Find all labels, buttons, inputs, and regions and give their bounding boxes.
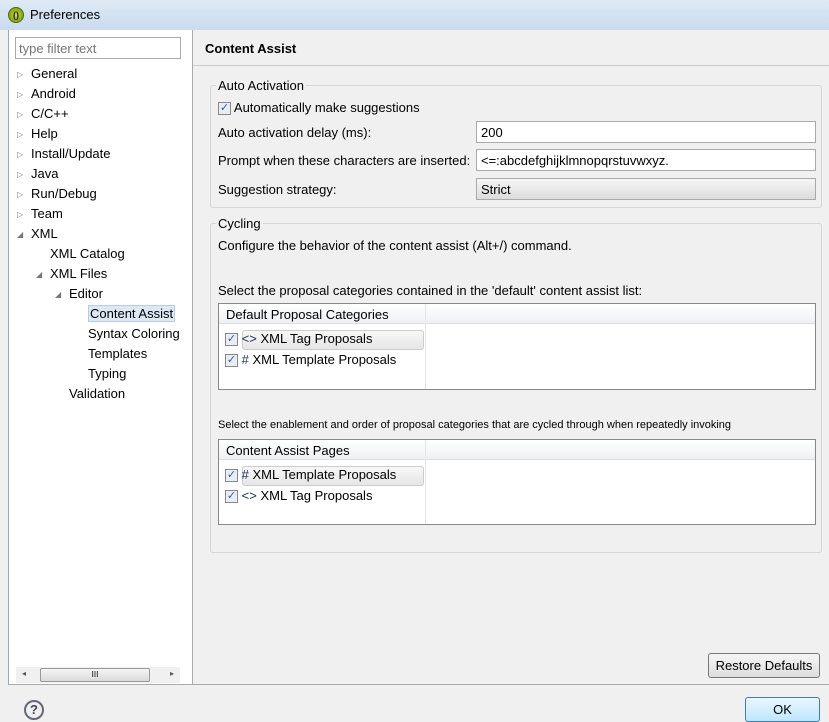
divider — [193, 65, 829, 66]
tree-item[interactable]: Editor — [69, 286, 103, 301]
column-separator — [425, 440, 426, 524]
scroll-left-icon[interactable]: ◂ — [22, 669, 26, 678]
tree-item[interactable]: Help — [31, 126, 58, 141]
content-assist-pages-table[interactable]: Content Assist Pages ✓ # XML Template Pro… — [218, 439, 816, 525]
title-bar — [0, 0, 829, 30]
template-icon: # — [241, 352, 249, 367]
default-list-label: Select the proposal categories contained… — [218, 283, 643, 298]
tag-icon: <> — [241, 488, 257, 503]
tree-item-label: Validation — [69, 386, 126, 401]
table-row[interactable]: ✓ # XML Template Proposals — [225, 465, 396, 485]
tree-item[interactable]: C/C++ — [31, 106, 69, 121]
group-label: Auto Activation — [216, 78, 306, 93]
expanded-arrow-icon[interactable]: ◢ — [36, 270, 42, 279]
tree-item-label: Content Assist — [88, 305, 176, 322]
row-label: XML Template Proposals — [252, 352, 397, 367]
tree-item-label: XML Files — [50, 266, 108, 281]
restore-defaults-button[interactable]: Restore Defaults — [708, 653, 820, 678]
collapsed-arrow-icon[interactable]: ▷ — [17, 90, 23, 99]
help-icon[interactable]: ? — [24, 700, 44, 720]
prompt-label: Prompt when these characters are inserte… — [218, 153, 471, 168]
strategy-select[interactable]: Strict — [476, 178, 816, 200]
checkbox-icon[interactable]: ✓ — [218, 102, 231, 116]
ok-button[interactable]: OK — [745, 697, 820, 722]
tree-item[interactable]: XML — [31, 226, 58, 241]
tree-item-label: Team — [31, 206, 63, 221]
tree-item-label: XML — [31, 226, 58, 241]
checkbox-label: Automatically make suggestions — [233, 100, 420, 115]
column-header[interactable]: Content Assist Pages — [219, 440, 815, 460]
tree-item[interactable]: Templates — [88, 346, 147, 361]
row-label: XML Template Proposals — [252, 467, 397, 482]
divider — [8, 684, 829, 685]
row-label: XML Tag Proposals — [260, 488, 373, 503]
tree-item-label: Install/Update — [31, 146, 111, 161]
tree-item[interactable]: XML Files — [50, 266, 107, 281]
window-title: Preferences — [30, 7, 101, 22]
checkbox-icon[interactable]: ✓ — [225, 469, 238, 483]
expanded-arrow-icon[interactable]: ◢ — [55, 290, 61, 299]
checkbox-icon[interactable]: ✓ — [225, 354, 238, 368]
tree-item-label: Android — [31, 86, 76, 101]
tree-item-label: Java — [31, 166, 59, 181]
scrollbar-thumb[interactable]: III — [40, 668, 150, 682]
tree-item[interactable]: General — [31, 66, 77, 81]
pages-label: Select the enablement and order of propo… — [218, 419, 732, 431]
tree-item[interactable]: Typing — [88, 366, 126, 381]
tree-item-label: Typing — [88, 366, 127, 381]
checkbox-icon[interactable]: ✓ — [225, 333, 238, 347]
tree-item-label: XML Catalog — [50, 246, 125, 261]
collapsed-arrow-icon[interactable]: ▷ — [17, 70, 23, 79]
tag-icon: <> — [241, 331, 257, 346]
column-separator — [425, 304, 426, 389]
app-icon: () — [8, 7, 24, 23]
checkbox-icon[interactable]: ✓ — [225, 490, 238, 504]
collapsed-arrow-icon[interactable]: ▷ — [17, 170, 23, 179]
table-row[interactable]: ✓ # XML Template Proposals — [225, 350, 396, 370]
collapsed-arrow-icon[interactable]: ▷ — [17, 210, 23, 219]
column-header[interactable]: Default Proposal Categories — [219, 304, 815, 324]
delay-label: Auto activation delay (ms): — [218, 125, 372, 140]
filter-input[interactable] — [15, 37, 181, 59]
tree-item[interactable]: Run/Debug — [31, 186, 97, 201]
tree-item[interactable]: Validation — [69, 386, 125, 401]
cycling-description: Configure the behavior of the content as… — [218, 238, 572, 253]
horizontal-scrollbar[interactable]: ◂ III ▸ — [16, 667, 180, 683]
tree-item-label: Syntax Coloring — [88, 326, 180, 341]
tree-item[interactable]: Content Assist — [88, 305, 176, 322]
group-label: Cycling — [216, 216, 263, 231]
collapsed-arrow-icon[interactable]: ▷ — [17, 110, 23, 119]
default-categories-table[interactable]: Default Proposal Categories ✓ <> XML Tag … — [218, 303, 816, 390]
tree-item-label: Help — [31, 126, 58, 141]
row-label: XML Tag Proposals — [260, 331, 373, 346]
tree-item[interactable]: Android — [31, 86, 76, 101]
auto-suggest-checkbox[interactable]: ✓ Automatically make suggestions — [218, 100, 420, 116]
page-title: Content Assist — [205, 41, 297, 56]
tree-item-label: Run/Debug — [31, 186, 97, 201]
collapsed-arrow-icon[interactable]: ▷ — [17, 150, 23, 159]
tree-item[interactable]: Install/Update — [31, 146, 111, 161]
prompt-chars-input[interactable]: <=:abcdefghijklmnopqrstuvwxyz. — [476, 149, 816, 171]
tree-item-label: General — [31, 66, 78, 81]
table-row[interactable]: ✓ <> XML Tag Proposals — [225, 329, 372, 349]
tree-item[interactable]: Team — [31, 206, 63, 221]
table-row[interactable]: ✓ <> XML Tag Proposals — [225, 486, 372, 506]
strategy-label: Suggestion strategy: — [218, 182, 337, 197]
delay-input[interactable]: 200 — [476, 121, 816, 143]
tree-item-label: Editor — [69, 286, 103, 301]
scroll-right-icon[interactable]: ▸ — [170, 669, 174, 678]
collapsed-arrow-icon[interactable]: ▷ — [17, 190, 23, 199]
expanded-arrow-icon[interactable]: ◢ — [17, 230, 23, 239]
tree-item[interactable]: Syntax Coloring — [88, 326, 180, 341]
template-icon: # — [241, 467, 249, 482]
tree-item[interactable]: Java — [31, 166, 58, 181]
tree-item[interactable]: XML Catalog — [50, 246, 125, 261]
tree-item-label: Templates — [88, 346, 148, 361]
collapsed-arrow-icon[interactable]: ▷ — [17, 130, 23, 139]
tree-item-label: C/C++ — [31, 106, 69, 121]
